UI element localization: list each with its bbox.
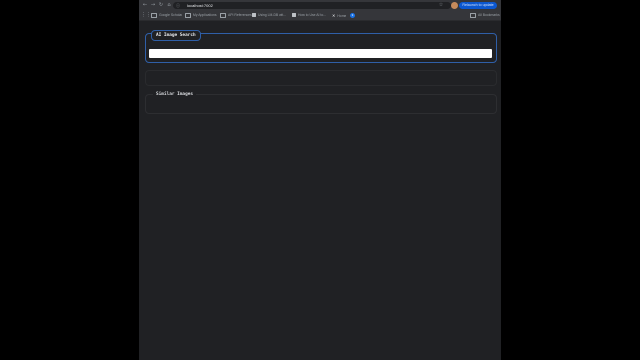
page-icon	[252, 13, 256, 18]
similar-images-panel	[145, 94, 497, 114]
folder-icon	[151, 12, 157, 18]
forward-icon[interactable]: →	[149, 1, 157, 9]
all-bookmarks-button[interactable]: All Bookmarks	[470, 11, 500, 20]
bookmark-api-references[interactable]: API References	[220, 11, 252, 20]
url-text: localhost:7002	[187, 3, 213, 8]
search-input[interactable]	[149, 49, 492, 58]
x-icon: ✕	[332, 13, 336, 18]
reload-icon[interactable]: ↻	[157, 1, 165, 9]
bookmark-google-scholar[interactable]: Google Scholar	[151, 11, 182, 20]
bookmark-how-to-use-ai[interactable]: How to Use AI to...	[292, 11, 330, 20]
browser-window: ← → ↻ ⌂ ⓘ localhost:7002 ☆ Relaunch to u…	[139, 0, 501, 360]
results-area	[145, 70, 497, 86]
bookmark-home[interactable]: ✕ Home	[332, 11, 346, 20]
site-info-icon[interactable]: ⓘ	[176, 2, 180, 9]
bookmark-using-lm-db[interactable]: Using LM-DB wit...	[252, 11, 290, 20]
folder-icon	[470, 12, 476, 18]
similar-images-title: Similar Images	[153, 91, 197, 99]
home-icon[interactable]: ⌂	[165, 1, 173, 9]
back-icon[interactable]: ←	[141, 1, 149, 9]
avatar[interactable]	[451, 2, 458, 9]
relaunch-update-button[interactable]: Relaunch to update	[459, 2, 497, 9]
bookmark-count-badge: 3	[350, 13, 355, 18]
folder-icon	[185, 12, 191, 18]
page-icon	[292, 13, 296, 18]
bookmark-my-applications[interactable]: My Applications	[185, 11, 217, 20]
apps-grid-icon[interactable]: ⋮⋮	[141, 11, 151, 19]
bookmark-star-icon[interactable]: ☆	[437, 1, 445, 9]
browser-toolbar: ← → ↻ ⌂ ⓘ localhost:7002 ☆ Relaunch to u…	[139, 0, 501, 11]
search-panel-title: AI Image Search	[151, 30, 201, 41]
folder-icon	[220, 12, 226, 18]
bookmarks-bar: ⋮⋮ Google Scholar My Applications API Re…	[139, 11, 501, 21]
address-bar[interactable]: ⓘ localhost:7002	[173, 2, 451, 9]
